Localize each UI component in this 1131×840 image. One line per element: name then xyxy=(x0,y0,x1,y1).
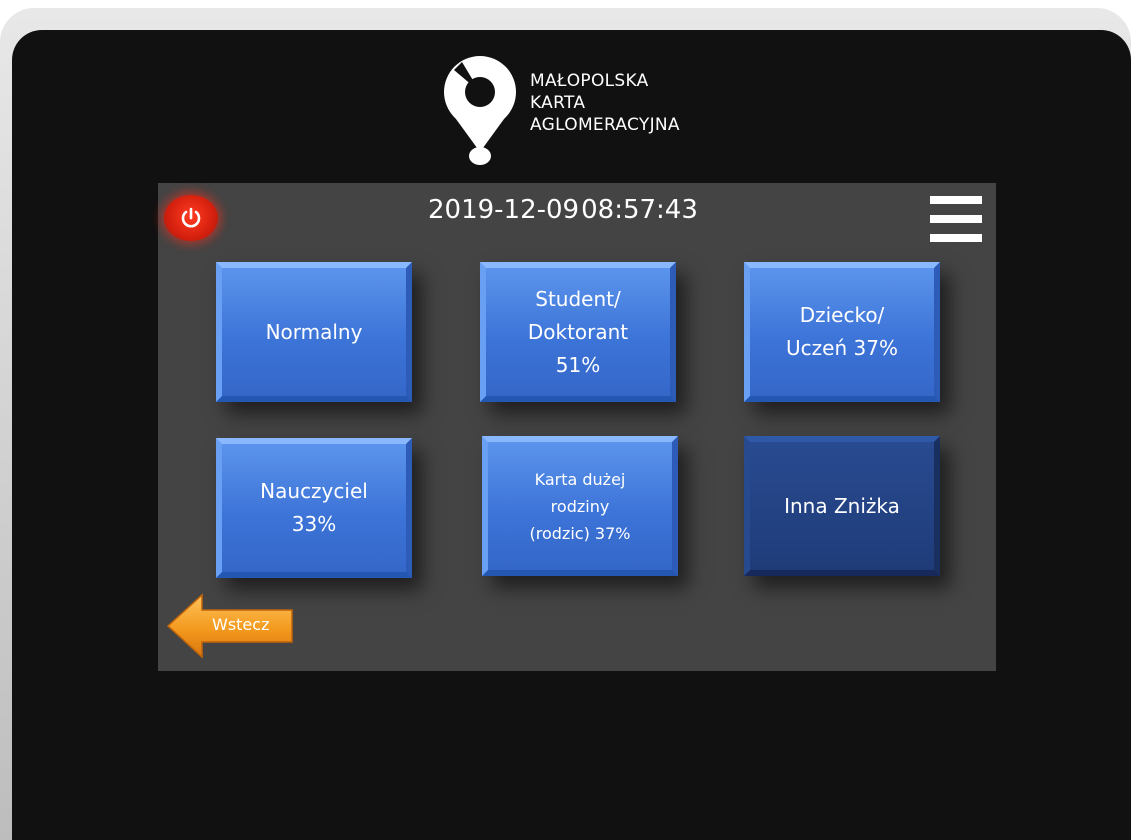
brand-line-2: KARTA xyxy=(530,93,586,113)
tile-line: Inna Zniżka xyxy=(784,493,900,518)
tile-line: (rodzic) 37% xyxy=(529,523,631,543)
tile-student-doktorant[interactable]: Student/ Doktorant 51% xyxy=(480,262,676,402)
menu-bar-1 xyxy=(930,196,982,204)
tile-line: Nauczyciel xyxy=(260,479,368,503)
tile-dziecko-uczen-label: Dziecko/ Uczeń 37% xyxy=(786,299,898,365)
tile-inna-znizka[interactable]: Inna Zniżka xyxy=(744,436,940,576)
brand-wordmark: MAŁOPOLSKA KARTA AGLOMERACYJNA xyxy=(530,70,680,136)
tile-line: Doktorant xyxy=(527,319,629,344)
tile-normalny-label: Normalny xyxy=(266,316,363,349)
tile-karta-duzej-rodziny[interactable]: Karta dużej rodziny (rodzic) 37% xyxy=(482,436,678,576)
tile-karta-duzej-rodziny-label: Karta dużej rodziny (rodzic) 37% xyxy=(530,466,631,547)
tile-nauczyciel[interactable]: Nauczyciel 33% xyxy=(216,438,412,578)
tile-student-doktorant-label: Student/ Doktorant 51% xyxy=(528,283,628,382)
menu-bar-3 xyxy=(930,234,982,242)
datetime-display: 2019-12-0908:57:43 xyxy=(428,195,698,225)
map-pin-logo-icon xyxy=(444,56,516,165)
tile-nauczyciel-label: Nauczyciel 33% xyxy=(260,475,368,541)
current-date: 2019-12-09 xyxy=(428,195,580,225)
back-button[interactable]: Wstecz xyxy=(166,593,296,659)
tile-line: 33% xyxy=(291,512,337,536)
power-icon xyxy=(181,207,201,228)
menu-bar-2 xyxy=(930,215,982,223)
tile-line: Student/ xyxy=(535,286,621,311)
brand-line-1: MAŁOPOLSKA xyxy=(530,71,649,91)
back-button-label: Wstecz xyxy=(212,615,270,634)
tile-line: 51% xyxy=(555,352,601,377)
current-time: 08:57:43 xyxy=(581,195,698,225)
tile-line: Karta dużej xyxy=(534,469,626,489)
tile-line: Dziecko/ xyxy=(799,303,885,327)
tile-line: Normalny xyxy=(265,319,363,344)
brand-logo: MAŁOPOLSKA KARTA AGLOMERACYJNA xyxy=(440,52,740,172)
tile-line: Uczeń 37% xyxy=(786,336,898,360)
tile-dziecko-uczen[interactable]: Dziecko/ Uczeń 37% xyxy=(744,262,940,402)
menu-button[interactable] xyxy=(928,196,984,248)
tile-inna-znizka-label: Inna Zniżka xyxy=(784,490,900,523)
tile-normalny[interactable]: Normalny xyxy=(216,262,412,402)
touch-screen-panel: 2019-12-0908:57:43 Normalny Student/ Dok… xyxy=(158,183,996,671)
tile-line: rodziny xyxy=(550,496,610,516)
power-button[interactable] xyxy=(164,195,218,241)
brand-line-3: AGLOMERACYJNA xyxy=(530,115,680,135)
